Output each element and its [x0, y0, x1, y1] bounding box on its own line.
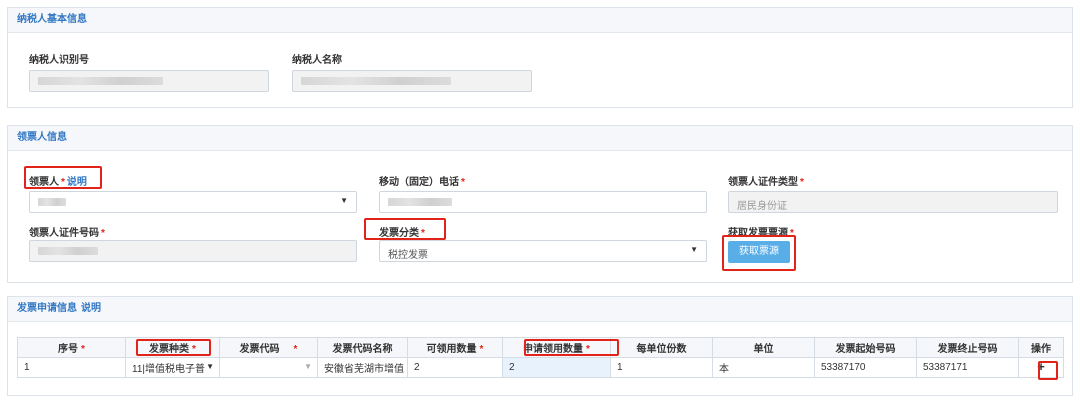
redacted-value	[388, 198, 452, 206]
id-type-value: 居民身份证	[737, 201, 787, 212]
collector-select[interactable]: ▼	[29, 191, 357, 213]
required-mark: *	[800, 177, 804, 188]
phone-label-text: 移动（固定）电话	[379, 177, 459, 188]
redacted-value	[38, 247, 98, 255]
highlight-box	[1038, 361, 1058, 380]
chevron-down-icon: ▼	[340, 196, 348, 205]
chevron-down-icon: ▼	[690, 245, 698, 254]
col-header-code-name: 发票代码名称	[317, 337, 408, 358]
cell-per-unit: 1	[610, 357, 713, 378]
highlight-box	[524, 339, 619, 356]
collector-panel-title: 领票人信息	[8, 126, 1072, 151]
chevron-down-icon: ▼	[304, 362, 312, 371]
col-header-text: 序号	[58, 344, 79, 355]
cell-available: 2	[407, 357, 503, 378]
application-note-link[interactable]: 说明	[81, 303, 101, 314]
required-mark: *	[293, 344, 298, 355]
taxpayer-name-label: 纳税人名称	[292, 55, 342, 66]
taxpayer-panel-title: 纳税人基本信息	[8, 8, 1072, 33]
highlight-box	[24, 166, 102, 189]
col-header-index: 序号 *	[17, 337, 126, 358]
phone-label: 移动（固定）电话 *	[379, 173, 465, 188]
taxpayer-panel: 纳税人基本信息 纳税人识别号 纳税人名称	[7, 7, 1073, 108]
phone-input[interactable]	[379, 191, 707, 213]
required-mark: *	[461, 177, 465, 188]
col-header-end-no: 发票终止号码	[916, 337, 1019, 358]
cell-invoice-code-select[interactable]: ▼	[219, 357, 318, 378]
col-header-available: 可领用数量 *	[407, 337, 503, 358]
col-header-start-no: 发票起始号码	[814, 337, 917, 358]
redacted-value	[301, 77, 451, 85]
cell-start-no: 53387170	[814, 357, 917, 378]
invoice-category-select[interactable]: 税控发票 ▼	[379, 240, 707, 262]
id-type-label-text: 领票人证件类型	[728, 177, 798, 188]
redacted-value	[38, 198, 66, 206]
id-type-field: 居民身份证	[728, 191, 1058, 213]
id-type-label: 领票人证件类型 *	[728, 173, 804, 188]
table-row: 1 11|增值税电子普 ▼ ▼ 安徽省芜湖市增值 2 2 1 本 5338717…	[17, 357, 1064, 378]
col-header-per-unit: 每单位份数	[610, 337, 713, 358]
requested-quantity-input[interactable]: 2	[502, 357, 611, 378]
cell-code-name: 安徽省芜湖市增值	[317, 357, 408, 378]
col-header-text: 可领用数量	[426, 344, 477, 355]
application-panel-title: 发票申请信息 说明	[8, 297, 1072, 322]
cell-end-no: 53387171	[916, 357, 1019, 378]
application-panel: 发票申请信息 说明 序号 * 发票种类 * 发票代码 * 发票代码名称 可领用数量 * 申…	[7, 296, 1073, 396]
cell-unit: 本	[712, 357, 815, 378]
invoice-type-value: 11|增值税电子普	[132, 364, 205, 375]
chevron-down-icon: ▼	[206, 362, 214, 371]
required-mark: *	[101, 228, 105, 239]
highlight-box	[136, 339, 211, 356]
taxpayer-id-field	[29, 70, 269, 92]
required-mark: *	[479, 344, 484, 355]
taxpayer-id-label: 纳税人识别号	[29, 55, 89, 66]
redacted-value	[38, 77, 163, 85]
col-header-action: 操作	[1018, 337, 1064, 358]
id-number-field	[29, 240, 357, 262]
get-invoice-source-button[interactable]: 获取票源	[728, 241, 790, 263]
col-header-invoice-code: 发票代码 *	[219, 337, 318, 358]
highlight-box	[364, 218, 446, 240]
taxpayer-name-field	[292, 70, 532, 92]
cell-index: 1	[17, 357, 126, 378]
cell-invoice-type-select[interactable]: 11|增值税电子普 ▼	[125, 357, 220, 378]
required-mark: *	[81, 344, 85, 355]
id-number-label: 领票人证件号码 *	[29, 224, 105, 239]
application-title-text: 发票申请信息	[17, 303, 77, 314]
col-header-unit: 单位	[712, 337, 815, 358]
id-number-label-text: 领票人证件号码	[29, 228, 99, 239]
invoice-category-value: 税控发票	[388, 250, 428, 261]
collector-panel: 领票人信息 领票人 * 说明 移动（固定）电话 * 领票人证件类型 * ▼ 居民身份证 …	[7, 125, 1073, 283]
col-header-text: 发票代码	[239, 344, 280, 355]
